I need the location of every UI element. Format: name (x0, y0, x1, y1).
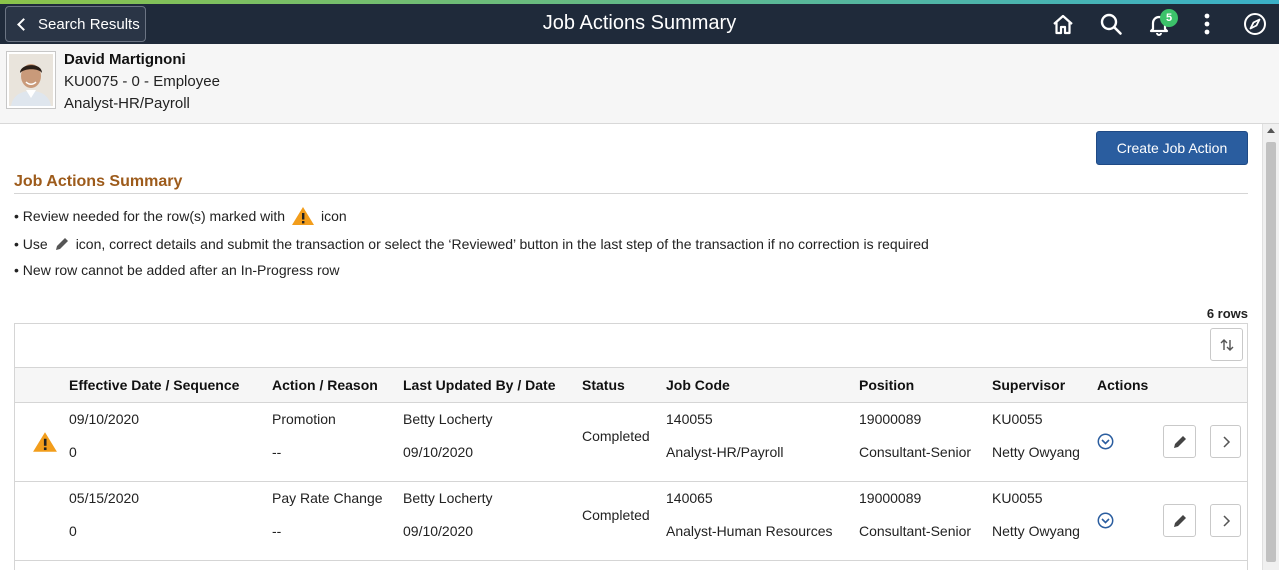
sort-button[interactable] (1210, 328, 1243, 361)
pencil-icon (1173, 435, 1186, 448)
chevron-down-circle-icon[interactable] (1097, 512, 1114, 532)
note-use-edit: • Use icon, correct details and submit t… (14, 236, 929, 252)
pencil-icon (54, 236, 70, 252)
rows-count: 6 rows (1206, 306, 1248, 321)
avatar-portrait (9, 54, 53, 106)
effective-date: 05/15/2020 (69, 490, 140, 506)
note-review-needed: • Review needed for the row(s) marked wi… (14, 206, 347, 226)
note-text: • New row cannot be added after an In-Pr… (14, 262, 340, 278)
action: Pay Rate Change (272, 490, 383, 506)
column-header-position[interactable]: Position (859, 377, 914, 393)
note-text: • Use (14, 236, 48, 252)
section-title: Job Actions Summary (14, 173, 183, 190)
effective-date: 09/10/2020 (69, 411, 140, 427)
last-updated-date: 09/10/2020 (403, 523, 474, 539)
last-updated-by: Betty Locherty (403, 411, 493, 427)
pencil-icon (1173, 514, 1186, 527)
last-updated-by: Betty Locherty (403, 490, 493, 506)
chevron-right-icon (1222, 435, 1230, 448)
action: Promotion (272, 411, 336, 427)
supervisor-id: KU0055 (992, 490, 1043, 506)
employee-header: David Martignoni KU0075 - 0 - Employee A… (0, 44, 1279, 124)
status: Completed (582, 507, 650, 523)
table-row[interactable]: 05/15/2020 0 Pay Rate Change -- Betty Lo… (15, 482, 1247, 561)
column-header-effective-date[interactable]: Effective Date / Sequence (69, 377, 239, 393)
chevron-down-circle-icon[interactable] (1097, 433, 1114, 453)
top-banner: Search Results Job Actions Summary 5 (0, 4, 1279, 44)
chevron-right-icon (1222, 514, 1230, 527)
note-text: icon, correct details and submit the tra… (75, 236, 929, 252)
sequence: 0 (69, 444, 77, 460)
position-description: Consultant-Senior (859, 523, 972, 539)
position-number: 19000089 (859, 490, 922, 506)
employee-name: David Martignoni (64, 51, 186, 68)
table-row[interactable]: 09/10/2020 0 Promotion -- Betty Locherty… (15, 403, 1247, 482)
chevron-left-icon (17, 17, 30, 31)
notifications-button[interactable]: 5 (1135, 4, 1183, 44)
job-actions-grid: Effective Date / Sequence Action / Reaso… (14, 323, 1248, 570)
actions-menu-button[interactable] (1183, 4, 1231, 44)
position-number: 19000089 (859, 411, 922, 427)
column-header-last-updated[interactable]: Last Updated By / Date (403, 377, 555, 393)
notification-count-badge: 5 (1160, 9, 1178, 27)
page-scrollbar[interactable] (1262, 124, 1279, 570)
search-icon (1100, 13, 1122, 35)
warning-icon (32, 431, 58, 456)
search-button[interactable] (1087, 4, 1135, 44)
column-header-action-reason[interactable]: Action / Reason (272, 377, 378, 393)
reason: -- (272, 523, 282, 539)
scroll-up-arrow-icon[interactable] (1267, 128, 1275, 133)
edit-row-button[interactable] (1163, 425, 1196, 458)
note-text: • Review needed for the row(s) marked wi… (14, 208, 286, 224)
position-description: Consultant-Senior (859, 444, 972, 460)
row-detail-button[interactable] (1210, 425, 1241, 458)
edit-row-button[interactable] (1163, 504, 1196, 537)
column-header-status[interactable]: Status (582, 377, 625, 393)
home-button[interactable] (1039, 4, 1087, 44)
home-icon (1053, 14, 1073, 35)
sequence: 0 (69, 523, 77, 539)
status: Completed (582, 428, 650, 444)
column-header-supervisor[interactable]: Supervisor (992, 377, 1065, 393)
supervisor-name: Netty Owyang (992, 523, 1080, 539)
row-detail-button[interactable] (1210, 504, 1241, 537)
supervisor-id: KU0055 (992, 411, 1043, 427)
create-job-action-button[interactable]: Create Job Action (1096, 131, 1248, 165)
section-divider (14, 193, 1248, 194)
grid-header: Effective Date / Sequence Action / Reaso… (15, 367, 1247, 403)
warning-icon (291, 206, 315, 226)
last-updated-date: 09/10/2020 (403, 444, 474, 460)
supervisor-name: Netty Owyang (992, 444, 1080, 460)
employee-job-title: Analyst-HR/Payroll (64, 95, 190, 112)
reason: -- (272, 444, 282, 460)
scrollbar-thumb[interactable] (1266, 142, 1276, 562)
job-code-description: Analyst-HR/Payroll (666, 444, 784, 460)
employee-photo (6, 51, 56, 109)
back-to-search-results-button[interactable]: Search Results (5, 6, 146, 42)
sort-arrows-icon (1220, 338, 1233, 351)
note-new-row: • New row cannot be added after an In-Pr… (14, 262, 340, 278)
navigator-button[interactable] (1231, 4, 1279, 44)
back-button-label: Search Results (38, 15, 140, 33)
header-actions: 5 (1039, 4, 1279, 44)
job-code: 140065 (666, 490, 713, 506)
navigator-compass-icon (1244, 13, 1266, 35)
job-code: 140055 (666, 411, 713, 427)
job-code-description: Analyst-Human Resources (666, 523, 833, 539)
employee-id-record: KU0075 - 0 - Employee (64, 73, 220, 90)
more-vertical-icon (1204, 13, 1210, 35)
note-text: icon (321, 208, 347, 224)
column-header-actions: Actions (1097, 377, 1149, 393)
column-header-job-code[interactable]: Job Code (666, 377, 730, 393)
